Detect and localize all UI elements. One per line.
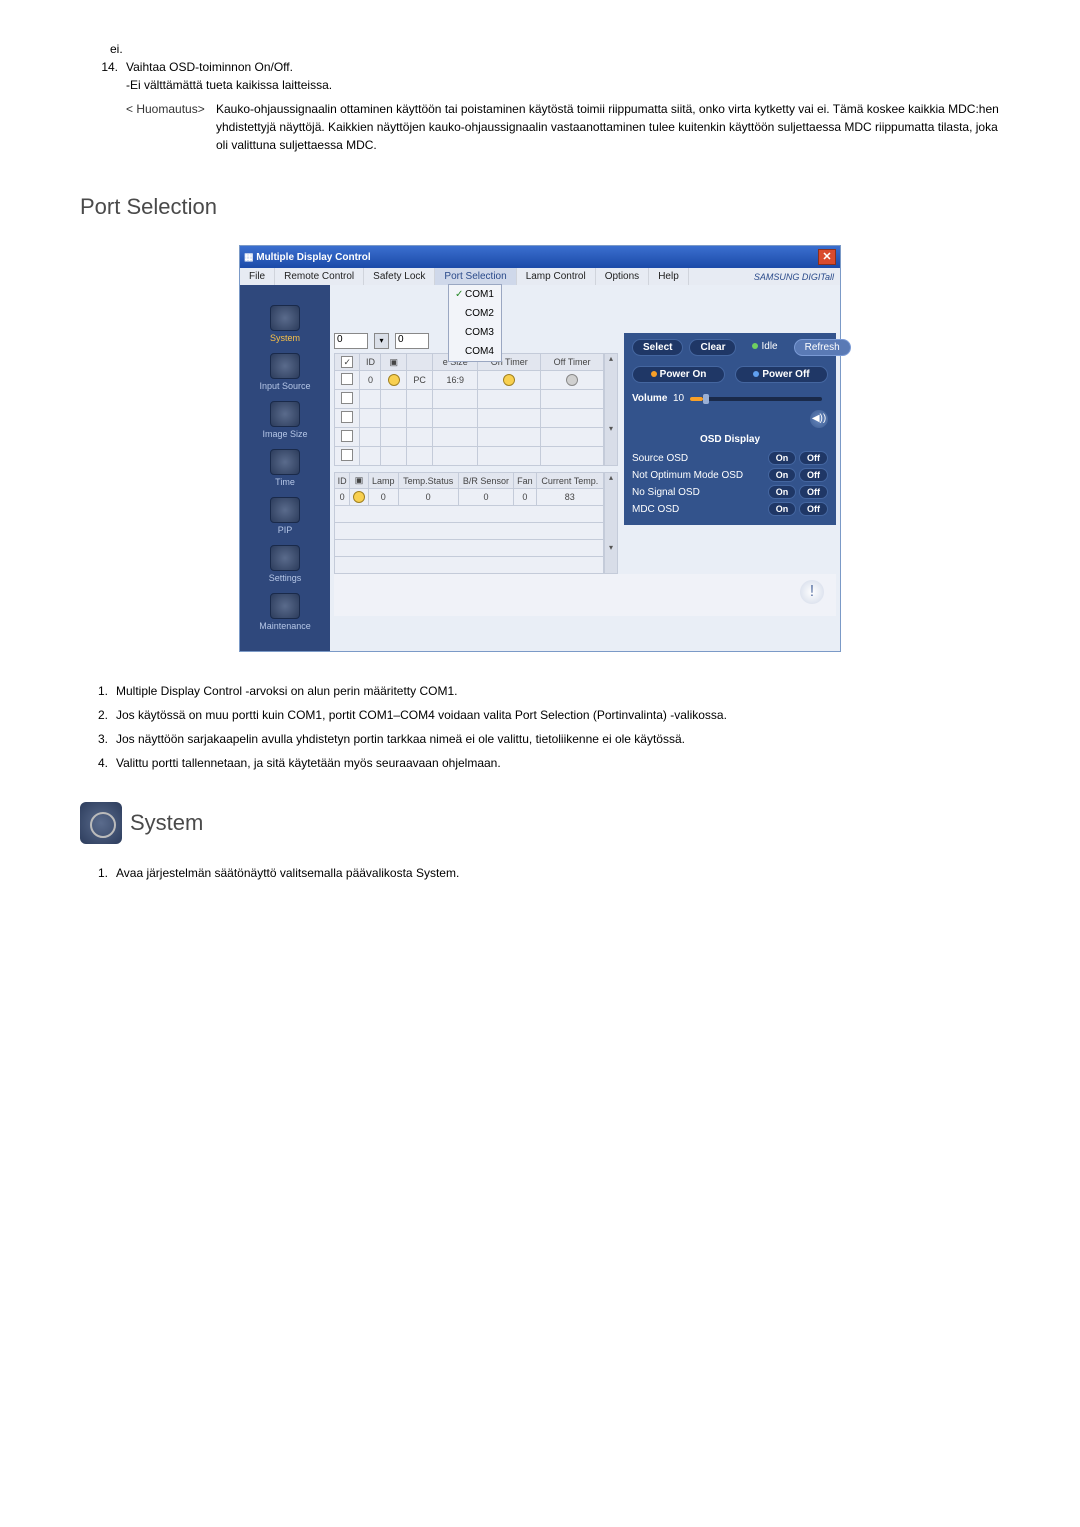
- note-block: < Huomautus> Kauko-ohjaussignaalin ottam…: [126, 100, 1000, 154]
- menu-lamp[interactable]: Lamp Control: [517, 268, 596, 285]
- idle-status: Idle: [742, 339, 787, 356]
- table-row[interactable]: 0 0 0 0 0 83: [335, 489, 604, 506]
- id-to-input[interactable]: 0: [395, 333, 429, 349]
- source-osd-off[interactable]: Off: [799, 451, 828, 465]
- volume-control: Volume 10: [632, 393, 828, 404]
- chevron-down-icon[interactable]: ▾: [374, 333, 389, 349]
- menu-port-selection[interactable]: Port Selection: [435, 268, 516, 285]
- checkbox-all[interactable]: ✓: [341, 356, 353, 368]
- port-com1[interactable]: ✓COM1: [449, 285, 501, 304]
- sidebar: System Input Source Image Size Time PIP …: [240, 285, 330, 651]
- status-dot: [388, 374, 400, 386]
- mdc-osd-off[interactable]: Off: [799, 502, 828, 516]
- clear-button[interactable]: Clear: [689, 339, 736, 356]
- warning-icon: !: [800, 580, 824, 604]
- system-notes: 1.Avaa järjestelmän säätönäyttö valitsem…: [80, 864, 1000, 882]
- ontimer-dot: [503, 374, 515, 386]
- time-icon: [270, 449, 300, 475]
- section-port-selection: Port Selection: [80, 194, 1000, 220]
- app-icon: ▦: [244, 252, 256, 263]
- sidebar-maintenance[interactable]: Maintenance: [240, 593, 330, 631]
- port-com3[interactable]: COM3: [449, 323, 501, 342]
- sidebar-image-size[interactable]: Image Size: [240, 401, 330, 439]
- power-off-button[interactable]: Power Off: [735, 366, 828, 383]
- menu-remote[interactable]: Remote Control: [275, 268, 364, 285]
- port-com4[interactable]: COM4: [449, 342, 501, 361]
- settings-icon: [270, 545, 300, 571]
- status-dot: [353, 491, 365, 503]
- item-14: 14. Vaihtaa OSD-toiminnon On/Off. -Ei vä…: [80, 58, 1000, 94]
- menubar: File Remote Control Safety Lock Port Sel…: [240, 268, 840, 285]
- osd-title: OSD Display: [632, 434, 828, 445]
- id-from-input[interactable]: 0: [334, 333, 368, 349]
- speaker-icon[interactable]: ◀)): [810, 410, 828, 428]
- pip-icon: [270, 497, 300, 523]
- checkbox[interactable]: [341, 373, 353, 385]
- display-grid: ✓ ID ▣ e Size On Timer Off Timer: [334, 353, 604, 466]
- menu-safety[interactable]: Safety Lock: [364, 268, 435, 285]
- menu-file[interactable]: File: [240, 268, 275, 285]
- brand-label: SAMSUNG DIGITall: [754, 272, 840, 282]
- maintenance-icon: [270, 593, 300, 619]
- select-button[interactable]: Select: [632, 339, 683, 356]
- menu-help[interactable]: Help: [649, 268, 689, 285]
- table-row[interactable]: 0 PC 16:9: [335, 371, 604, 390]
- status-grid: ID ▣ Lamp Temp.Status B/R Sensor Fan Cur…: [334, 472, 604, 574]
- port-com2[interactable]: COM2: [449, 304, 501, 323]
- mdc-osd-on[interactable]: On: [768, 502, 797, 516]
- system-section-icon: [80, 802, 122, 844]
- sidebar-input-source[interactable]: Input Source: [240, 353, 330, 391]
- nosignal-osd-off[interactable]: Off: [799, 485, 828, 499]
- system-icon: [270, 305, 300, 331]
- optimum-osd-off[interactable]: Off: [799, 468, 828, 482]
- close-icon[interactable]: ✕: [818, 249, 836, 265]
- port-dropdown[interactable]: ✓COM1 COM2 COM3 COM4: [448, 284, 502, 362]
- ei-text: ei.: [110, 40, 1000, 58]
- port-selection-notes: 1.Multiple Display Control -arvoksi on a…: [80, 682, 1000, 772]
- section-system: System: [130, 810, 203, 836]
- source-osd-on[interactable]: On: [768, 451, 797, 465]
- sidebar-settings[interactable]: Settings: [240, 545, 330, 583]
- optimum-osd-on[interactable]: On: [768, 468, 797, 482]
- input-icon: [270, 353, 300, 379]
- image-size-icon: [270, 401, 300, 427]
- volume-slider[interactable]: [690, 397, 822, 401]
- nosignal-osd-on[interactable]: On: [768, 485, 797, 499]
- scrollbar[interactable]: ▴ ▾: [604, 353, 618, 466]
- sidebar-system[interactable]: System: [240, 305, 330, 343]
- window-title: Multiple Display Control: [256, 252, 370, 263]
- scrollbar[interactable]: ▴ ▾: [604, 472, 618, 574]
- sidebar-time[interactable]: Time: [240, 449, 330, 487]
- sidebar-pip[interactable]: PIP: [240, 497, 330, 535]
- mdc-screenshot: ▦ Multiple Display Control ✕ File Remote…: [239, 245, 841, 652]
- refresh-button[interactable]: Refresh: [794, 339, 851, 356]
- offtimer-dot: [566, 374, 578, 386]
- power-on-button[interactable]: Power On: [632, 366, 725, 383]
- menu-options[interactable]: Options: [596, 268, 649, 285]
